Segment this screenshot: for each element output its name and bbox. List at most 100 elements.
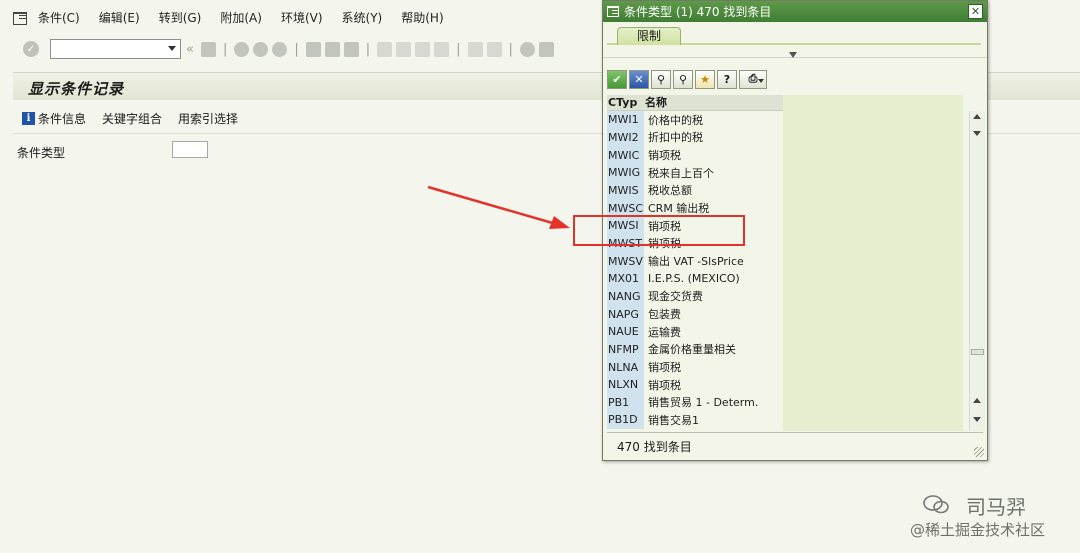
condition-type-code[interactable]: NANG (607, 287, 644, 306)
expand-arrow-icon[interactable] (789, 52, 797, 58)
column-header-ctyp[interactable]: CTyp (607, 95, 644, 110)
shortcut-icon[interactable] (486, 41, 502, 57)
condition-type-name[interactable]: 运输费 (644, 323, 783, 341)
condition-type-name[interactable]: 折扣中的税 (644, 129, 783, 147)
dialog-menu-icon[interactable] (607, 6, 619, 17)
condition-type-code[interactable]: NAUE (607, 322, 644, 341)
menu-environment[interactable]: 环境(V) (281, 9, 323, 26)
condition-type-code[interactable]: NLNA (607, 358, 644, 376)
create-session-icon[interactable] (467, 41, 483, 57)
condition-info-button[interactable]: 条件信息 (38, 110, 86, 127)
condition-type-name[interactable]: 税收总额 (644, 182, 783, 200)
find-icon[interactable]: ⚲ (651, 69, 671, 89)
list-item[interactable]: MX01 I.E.P.S. (MEXICO) (607, 269, 783, 288)
back-icon[interactable] (234, 41, 250, 57)
condition-type-name[interactable]: 包装费 (644, 305, 783, 323)
menu-extras[interactable]: 附加(A) (220, 9, 262, 26)
dialog-title-bar[interactable]: 条件类型 (1) 470 找到条目 ✕ (603, 1, 987, 22)
next-page-icon[interactable] (415, 41, 431, 57)
favorites-icon[interactable]: ★ (695, 69, 715, 89)
tab-restrictions[interactable]: 限制 (617, 27, 681, 45)
condition-type-name[interactable]: 销项税 (644, 146, 783, 164)
cancel-icon[interactable] (272, 41, 288, 57)
list-item[interactable]: MWIS 税收总额 (607, 181, 783, 200)
list-item[interactable]: NFMP 金属价格重量相关 (607, 340, 783, 359)
list-item[interactable]: NLNA 销项税 (607, 358, 783, 376)
list-item[interactable]: NLXN 销项税 (607, 375, 783, 394)
condition-type-code[interactable]: MX01 (607, 269, 644, 288)
list-item[interactable]: PB1D 销售交易1 (607, 411, 783, 429)
condition-type-name[interactable]: 销售交易1 (644, 411, 783, 429)
last-page-icon[interactable] (434, 41, 450, 57)
print-icon[interactable] (305, 41, 321, 57)
column-header-name[interactable]: 名称 (644, 95, 783, 110)
scroll-down-icon[interactable] (973, 131, 981, 136)
condition-type-code[interactable]: MWI1 (607, 111, 644, 129)
layout-menu-icon[interactable] (538, 41, 554, 57)
confirm-icon[interactable]: ✔ (607, 69, 627, 89)
condition-type-code[interactable]: MWI2 (607, 128, 644, 147)
condition-type-code[interactable]: PB1D (607, 411, 644, 429)
menu-condition[interactable]: 条件(C) (38, 9, 80, 26)
first-page-icon[interactable] (377, 41, 393, 57)
condition-type-code[interactable]: NAPG (607, 305, 644, 323)
condition-type-code[interactable]: MWIS (607, 181, 644, 200)
find-next-icon[interactable]: ⚲ (673, 69, 693, 89)
scroll-up-icon[interactable] (973, 398, 981, 403)
list-item[interactable]: MWIG 税来自上百个 (607, 163, 783, 182)
condition-type-name[interactable]: 价格中的税 (644, 111, 783, 129)
list-item[interactable]: NAUE 运输费 (607, 322, 783, 341)
condition-type-code[interactable]: NFMP (607, 340, 644, 359)
condition-type-code[interactable]: NLXN (607, 375, 644, 394)
condition-type-name[interactable]: 销售贸易 1 - Determ. (644, 394, 783, 412)
condition-type-code[interactable]: MWSV (607, 252, 644, 270)
vertical-scrollbar-lower[interactable] (969, 251, 985, 431)
window-menu-icon[interactable] (13, 10, 31, 25)
list-rows: MWI1 价格中的税 MWI2 折扣中的税 MWIC 销项税 MWIG 税来自上百个 MWIS 税… (607, 111, 783, 429)
condition-type-code[interactable]: PB1 (607, 393, 644, 412)
list-item[interactable]: MWI2 折扣中的税 (607, 128, 783, 147)
condition-type-code[interactable]: MWIG (607, 163, 644, 182)
list-item[interactable]: MWSV 输出 VAT -SlsPrice (607, 252, 783, 270)
resize-grip-icon[interactable] (974, 447, 984, 457)
exit-icon[interactable] (253, 41, 269, 57)
help-icon[interactable] (519, 41, 535, 57)
condition-type-name[interactable]: I.E.P.S. (MEXICO) (644, 270, 783, 288)
condition-type-name[interactable]: 输出 VAT -SlsPrice (644, 252, 783, 270)
info-icon[interactable]: i (22, 111, 35, 125)
condition-type-input[interactable] (172, 141, 208, 158)
condition-type-name[interactable]: 销项税 (644, 376, 783, 394)
menu-help[interactable]: 帮助(H) (401, 9, 443, 26)
list-item[interactable]: NAPG 包装费 (607, 305, 783, 323)
print-icon[interactable]: ⎙ (739, 69, 767, 89)
condition-type-name[interactable]: 销项税 (644, 358, 783, 376)
previous-page-icon[interactable] (396, 41, 412, 57)
chevron-down-icon[interactable] (168, 46, 176, 51)
enter-icon[interactable]: ✓ (23, 41, 39, 57)
condition-type-code[interactable]: MWIC (607, 146, 644, 164)
list-item[interactable]: PB1 销售贸易 1 - Determ. (607, 393, 783, 412)
menu-system[interactable]: 系统(Y) (342, 9, 383, 26)
list-item[interactable]: MWI1 价格中的税 (607, 111, 783, 129)
condition-type-name[interactable]: 税来自上百个 (644, 164, 783, 182)
vertical-scrollbar[interactable] (969, 111, 985, 251)
scroll-up-icon[interactable] (973, 114, 981, 119)
find-icon[interactable] (324, 41, 340, 57)
cancel-icon[interactable]: ✕ (629, 69, 649, 89)
close-button[interactable]: ✕ (968, 4, 983, 19)
menu-edit[interactable]: 编辑(E) (99, 9, 140, 26)
key-combination-button[interactable]: 关键字组合 (102, 110, 162, 127)
restriction-splitter[interactable] (603, 49, 987, 65)
information-icon[interactable]: ? (717, 69, 737, 89)
command-field[interactable] (50, 39, 181, 59)
find-next-icon[interactable] (343, 41, 359, 57)
scroll-down-icon[interactable] (973, 417, 981, 422)
list-item[interactable]: NANG 现金交货费 (607, 287, 783, 306)
list-item[interactable]: MWIC 销项税 (607, 146, 783, 164)
menu-goto[interactable]: 转到(G) (159, 9, 202, 26)
condition-type-name[interactable]: 现金交货费 (644, 288, 783, 306)
index-selection-button[interactable]: 用索引选择 (178, 110, 238, 127)
condition-type-name[interactable]: 金属价格重量相关 (644, 341, 783, 359)
scroll-thumb[interactable] (971, 349, 984, 355)
save-icon[interactable] (200, 41, 216, 57)
